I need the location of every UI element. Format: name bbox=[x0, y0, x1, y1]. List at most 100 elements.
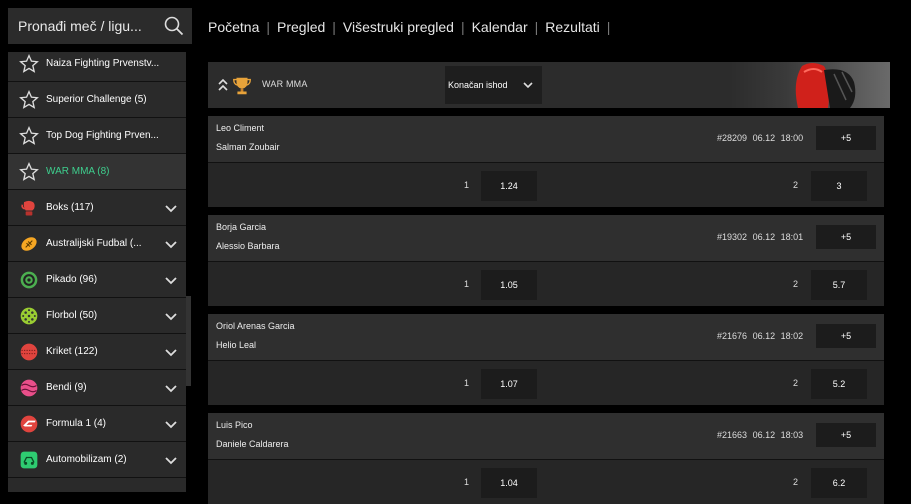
chevron-down-icon[interactable] bbox=[164, 237, 178, 251]
nav-rezultati[interactable]: Rezultati bbox=[545, 19, 599, 35]
more-markets-button[interactable]: +5 bbox=[816, 324, 876, 348]
sidebar-item-boks[interactable]: Boks (117) bbox=[8, 190, 186, 226]
boxing-glove-icon bbox=[18, 197, 40, 219]
match-id: #21676 bbox=[717, 331, 748, 341]
search-box[interactable] bbox=[8, 8, 192, 44]
match-date: 06.12 bbox=[752, 232, 776, 242]
away-team: Helio Leal bbox=[216, 340, 257, 350]
home-team: Oriol Arenas Garcia bbox=[216, 321, 295, 331]
more-markets-button[interactable]: +5 bbox=[816, 423, 876, 447]
odd-button-2[interactable]: 3 bbox=[811, 171, 867, 201]
more-markets-button[interactable]: +5 bbox=[816, 126, 876, 150]
top-navigation: Početna | Pregled | Višestruki pregled | Ka… bbox=[208, 18, 617, 36]
nav-pocetna[interactable]: Početna bbox=[208, 19, 259, 35]
star-icon[interactable] bbox=[18, 161, 40, 183]
match-meta: #21676 06.12 18:02 bbox=[717, 331, 803, 341]
outcome-label-1: 1 bbox=[464, 477, 470, 487]
aussie-football-icon bbox=[18, 233, 40, 255]
collapse-icon[interactable] bbox=[217, 78, 229, 92]
match-header[interactable]: Leo Climent Salman Zoubair #28209 06.12 … bbox=[208, 116, 884, 162]
match-meta: #21663 06.12 18:03 bbox=[717, 430, 803, 440]
sidebar-item-label: Boks (117) bbox=[46, 202, 94, 213]
chevron-down-icon[interactable] bbox=[164, 453, 178, 467]
star-icon[interactable] bbox=[18, 89, 40, 111]
search-icon[interactable] bbox=[164, 16, 184, 36]
match-id: #21663 bbox=[717, 430, 748, 440]
sidebar-item-next[interactable] bbox=[8, 478, 186, 492]
nav-pregled[interactable]: Pregled bbox=[277, 19, 325, 35]
sidebar-item-label: Superior Challenge (5) bbox=[46, 94, 147, 105]
match-card: Leo Climent Salman Zoubair #28209 06.12 … bbox=[208, 116, 884, 207]
sidebar-scrollbar[interactable] bbox=[186, 296, 191, 386]
search-input[interactable] bbox=[8, 8, 158, 44]
odds-row: 1 1.05 2 5.7 bbox=[208, 261, 884, 306]
chevron-down-icon[interactable] bbox=[164, 381, 178, 395]
star-icon[interactable] bbox=[18, 53, 40, 75]
chevron-down-icon[interactable] bbox=[164, 201, 178, 215]
odds-row: 1 1.24 2 3 bbox=[208, 162, 884, 207]
sidebar-item-label: Florbol (50) bbox=[46, 310, 98, 321]
chevron-down-icon[interactable] bbox=[522, 79, 534, 91]
sidebar-item-kriket[interactable]: Kriket (122) bbox=[8, 334, 186, 370]
outcome-label-2: 2 bbox=[793, 477, 799, 487]
sidebar-item-naiza[interactable]: Naiza Fighting Prvenstv... bbox=[8, 52, 186, 82]
odd-button-1[interactable]: 1.04 bbox=[481, 468, 537, 498]
odd-button-1[interactable]: 1.24 bbox=[481, 171, 537, 201]
outcome-label-2: 2 bbox=[793, 378, 799, 388]
sidebar-item-label: Pikado (96) bbox=[46, 274, 98, 285]
chevron-down-icon[interactable] bbox=[164, 345, 178, 359]
odd-button-2[interactable]: 6.2 bbox=[811, 468, 867, 498]
chevron-down-icon[interactable] bbox=[164, 417, 178, 431]
match-id: #28209 bbox=[717, 133, 748, 143]
star-icon[interactable] bbox=[18, 125, 40, 147]
more-markets-button[interactable]: +5 bbox=[816, 225, 876, 249]
odd-button-1[interactable]: 1.07 bbox=[481, 369, 537, 399]
match-date: 06.12 bbox=[752, 430, 776, 440]
nav-separator: | bbox=[606, 19, 611, 35]
match-card: Borja Garcia Alessio Barbara #19302 06.1… bbox=[208, 215, 884, 306]
sidebar-item-label: Bendi (9) bbox=[46, 382, 87, 393]
away-team: Salman Zoubair bbox=[216, 142, 280, 152]
outcome-label-1: 1 bbox=[464, 180, 470, 190]
nav-separator: | bbox=[460, 19, 465, 35]
sidebar-item-label: Naiza Fighting Prvenstv... bbox=[46, 58, 160, 69]
chevron-down-icon[interactable] bbox=[164, 273, 178, 287]
sidebar-item-formula-1[interactable]: Formula 1 (4) bbox=[8, 406, 186, 442]
odds-row: 1 1.04 2 6.2 bbox=[208, 459, 884, 504]
home-team: Luis Pico bbox=[216, 420, 253, 430]
match-header[interactable]: Oriol Arenas Garcia Helio Leal #21676 06… bbox=[208, 314, 884, 360]
floorball-icon bbox=[18, 305, 40, 327]
nav-separator: | bbox=[534, 19, 539, 35]
outcome-label-1: 1 bbox=[464, 378, 470, 388]
outcome-label-2: 2 bbox=[793, 279, 799, 289]
sidebar-item-florbol[interactable]: Florbol (50) bbox=[8, 298, 186, 334]
home-team: Leo Climent bbox=[216, 123, 265, 133]
league-name: WAR MMA bbox=[262, 79, 308, 89]
match-time: 18:01 bbox=[780, 232, 804, 242]
match-header[interactable]: Luis Pico Daniele Caldarera #21663 06.12… bbox=[208, 413, 884, 459]
chevron-down-icon[interactable] bbox=[164, 309, 178, 323]
sidebar-item-label: Australijski Fudbal (... bbox=[46, 238, 142, 249]
match-header[interactable]: Borja Garcia Alessio Barbara #19302 06.1… bbox=[208, 215, 884, 261]
match-date: 06.12 bbox=[752, 133, 776, 143]
match-card: Luis Pico Daniele Caldarera #21663 06.12… bbox=[208, 413, 884, 504]
sidebar-item-automobilizam[interactable]: Automobilizam (2) bbox=[8, 442, 186, 478]
odd-button-2[interactable]: 5.2 bbox=[811, 369, 867, 399]
sidebar-item-label: WAR MMA (8) bbox=[46, 166, 110, 177]
market-select[interactable]: Konačan ishod bbox=[445, 66, 542, 104]
nav-visestruki-pregled[interactable]: Višestruki pregled bbox=[343, 19, 454, 35]
home-team: Borja Garcia bbox=[216, 222, 267, 232]
nav-kalendar[interactable]: Kalendar bbox=[472, 19, 528, 35]
league-header: WAR MMA Konačan ishod bbox=[208, 62, 890, 108]
sidebar-item-bendi[interactable]: Bendi (9) bbox=[8, 370, 186, 406]
bandy-icon bbox=[18, 377, 40, 399]
odd-button-2[interactable]: 5.7 bbox=[811, 270, 867, 300]
sidebar-item-australijski-fudbal[interactable]: Australijski Fudbal (... bbox=[8, 226, 186, 262]
odd-button-1[interactable]: 1.05 bbox=[481, 270, 537, 300]
match-meta: #19302 06.12 18:01 bbox=[717, 232, 803, 242]
sidebar-item-label: Kriket (122) bbox=[46, 346, 98, 357]
sidebar-item-pikado[interactable]: Pikado (96) bbox=[8, 262, 186, 298]
sidebar-item-top-dog[interactable]: Top Dog Fighting Prven... bbox=[8, 118, 186, 154]
sidebar-item-war-mma[interactable]: WAR MMA (8) bbox=[8, 154, 186, 190]
sidebar-item-superior-challenge[interactable]: Superior Challenge (5) bbox=[8, 82, 186, 118]
